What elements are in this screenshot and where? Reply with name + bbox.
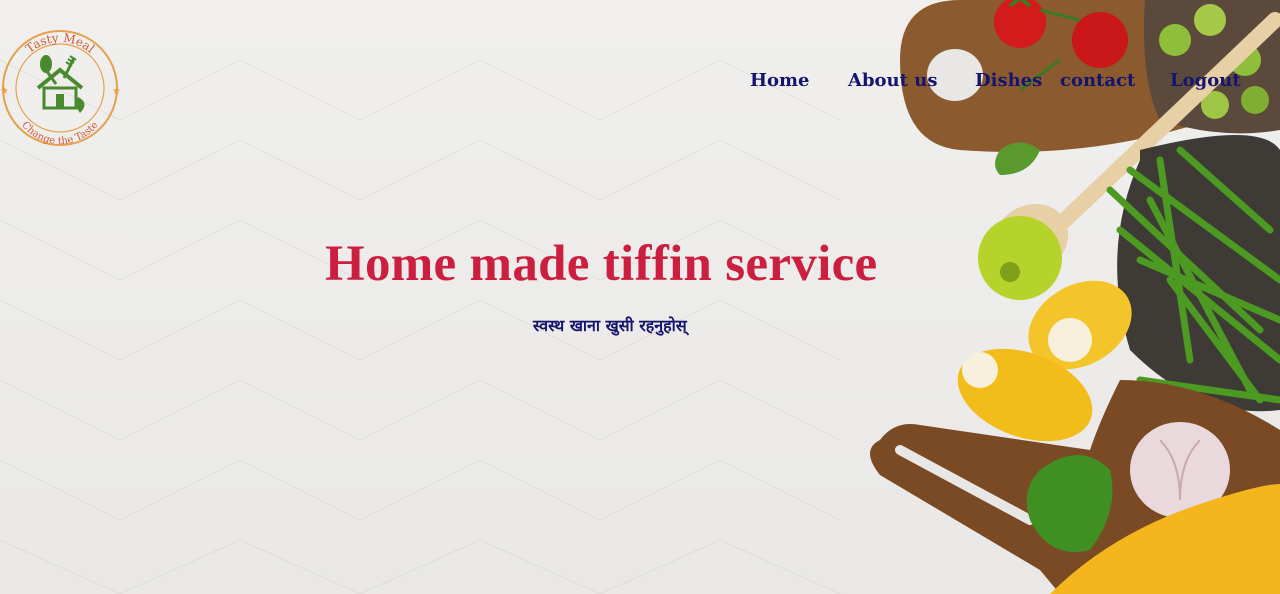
main-nav: Home About us Dishes contact Logout — [0, 70, 1280, 94]
nav-home-link[interactable]: Home — [750, 70, 810, 91]
logo-bottom-text: Change the Taste — [19, 120, 100, 147]
logo-top-text: Tasty Meal — [23, 31, 97, 56]
hero-subtitle: स्वस्थ खाना खुसी रहनुहोस् — [533, 316, 687, 335]
nav-logout-link[interactable]: Logout — [1170, 70, 1241, 91]
nav-dishes-link[interactable]: Dishes — [975, 70, 1042, 91]
nav-contact-link[interactable]: contact — [1060, 70, 1135, 91]
nav-about-us-link[interactable]: About us — [848, 70, 937, 91]
hero-title: Home made tiffin service — [325, 236, 878, 292]
